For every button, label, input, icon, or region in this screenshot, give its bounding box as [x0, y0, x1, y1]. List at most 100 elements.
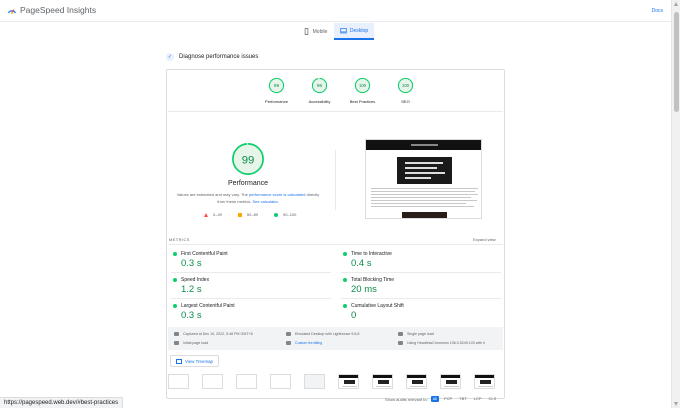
scroll-down-icon[interactable] — [674, 402, 678, 406]
filmstrip-frame — [338, 374, 359, 389]
throttling-info: Custom throttling — [286, 341, 322, 345]
tab-mobile[interactable]: Mobile — [296, 23, 334, 40]
scroll-up-icon[interactable] — [674, 2, 678, 6]
filter-chip-cls[interactable]: CLS — [487, 396, 499, 402]
info-text: Emulated Desktop with Lighthouse 9.6.8 — [295, 332, 360, 336]
metrics-heading: METRICS — [169, 237, 190, 242]
screenshot-text-line — [371, 206, 474, 207]
divider — [168, 244, 503, 245]
metric-speed-index: Speed Index 1.2 s — [173, 277, 328, 295]
page-screenshot[interactable] — [365, 139, 482, 219]
audit-filter: Show audits relevant to: All FCP TBT LCP… — [385, 396, 498, 402]
metric-name: Time to Interactive — [351, 251, 392, 257]
info-text: Initial page load — [183, 341, 209, 345]
metric-cls: Cumulative Layout Shift 0 — [343, 303, 498, 321]
single-load-info: Single page load — [398, 332, 434, 336]
filmstrip-frame — [168, 374, 189, 389]
screenshot-text-line — [371, 197, 471, 198]
filter-chip-lcp[interactable]: LCP — [472, 396, 484, 402]
gauge-accessibility[interactable]: 96 Accessibility — [298, 77, 341, 104]
gauge-ring: 100 — [397, 77, 414, 94]
divider — [341, 298, 501, 299]
performance-score: 99 — [242, 154, 255, 166]
diagnose-icon: ✓ — [166, 53, 174, 61]
score-legend: 0–49 50–89 90–100 — [204, 212, 296, 217]
filmstrip-frame — [474, 374, 495, 389]
filter-chip-tbt[interactable]: TBT — [457, 396, 469, 402]
wifi-icon — [286, 341, 291, 345]
captured-info: Captured at Dec 10, 2022, 5:48 PM GMT+8 — [174, 332, 253, 336]
emulated-info: Emulated Desktop with Lighthouse 9.6.8 — [286, 332, 359, 336]
docs-link[interactable]: Docs — [652, 8, 663, 14]
filter-chip-all[interactable]: All — [430, 396, 440, 402]
filmstrip-frame — [440, 374, 461, 389]
metric-fcp: First Contentful Paint 0.3 s — [173, 251, 328, 269]
legend-label: 50–89 — [246, 212, 259, 217]
metric-name: First Contentful Paint — [181, 251, 228, 257]
screenshot-text-line — [371, 203, 466, 204]
gauge-seo[interactable]: 100 SEO — [384, 77, 427, 104]
single-load-icon — [398, 332, 403, 336]
info-text: Captured at Dec 10, 2022, 5:48 PM GMT+8 — [183, 332, 253, 336]
divider — [341, 272, 501, 273]
browser-icon — [398, 341, 403, 345]
legend-fail: 0–49 — [204, 212, 222, 217]
treemap-label: View Treemap — [185, 358, 213, 364]
screenshot-image — [402, 212, 447, 218]
gauge-performance[interactable]: 99 Performance — [255, 77, 298, 104]
device-tabs: Mobile Desktop — [296, 23, 374, 40]
filmstrip-frame — [372, 374, 393, 389]
filmstrip-frame — [406, 374, 427, 389]
initial-load-info: Initial page load — [174, 341, 208, 345]
gauge-label: Best Practices — [349, 99, 376, 104]
metric-value: 0.3 s — [181, 258, 202, 269]
info-text: Single page load — [407, 332, 434, 336]
scrollbar[interactable] — [671, 0, 680, 408]
square-icon — [237, 212, 242, 217]
gauge-label: SEO — [401, 99, 410, 104]
gauge-ring: 100 — [354, 77, 371, 94]
filter-chip-fcp[interactable]: FCP — [442, 396, 454, 402]
gauge-score: 100 — [359, 83, 367, 88]
metric-value: 20 ms — [351, 284, 377, 295]
divider — [335, 150, 336, 210]
gauge-best-practices[interactable]: 100 Best Practices — [341, 77, 384, 104]
device-icon — [286, 332, 291, 336]
treemap-icon — [176, 358, 182, 364]
metric-tti: Time to Interactive 0.4 s — [343, 251, 498, 269]
see-calculator-link[interactable]: See calculator. — [252, 199, 278, 204]
metric-value: 0 — [351, 310, 357, 321]
filmstrip-frame — [236, 374, 257, 389]
metric-value: 1.2 s — [181, 284, 202, 295]
gauge-label: Performance — [265, 99, 288, 104]
tab-desktop[interactable]: Desktop — [334, 23, 374, 40]
app-title[interactable]: PageSpeed Insights — [20, 5, 96, 15]
gauge-ring: 99 — [268, 77, 285, 94]
browser-info: Using HeadlessChromium 106.0.5249.103 wi… — [398, 341, 485, 345]
metric-value: 0.4 s — [351, 258, 372, 269]
filmstrip — [168, 374, 495, 389]
custom-throttling-link[interactable]: Custom throttling — [295, 341, 322, 345]
view-treemap-button[interactable]: View Treemap — [170, 355, 219, 367]
expand-view-toggle[interactable]: Expand view — [473, 237, 496, 242]
gauge-score: 99 — [274, 83, 280, 89]
screenshot-text-line — [371, 194, 478, 195]
scroll-thumb[interactable] — [674, 12, 679, 112]
run-info-panel: Captured at Dec 10, 2022, 5:48 PM GMT+8 … — [168, 327, 503, 350]
screenshot-banner — [397, 157, 452, 184]
metric-tbt: Total Blocking Time 20 ms — [343, 277, 498, 295]
tab-desktop-label: Desktop — [349, 27, 369, 34]
timer-icon — [174, 341, 179, 345]
mobile-icon — [304, 28, 308, 35]
score-note: Values are estimated and may vary. The p… — [176, 191, 320, 205]
calendar-icon — [174, 332, 179, 336]
pass-icon — [343, 278, 347, 282]
divider — [171, 272, 331, 273]
legend-label: 0–49 — [213, 212, 222, 217]
desktop-icon — [339, 28, 347, 34]
filmstrip-frame — [202, 374, 223, 389]
pass-icon — [173, 304, 177, 308]
performance-score-link[interactable]: performance score is calculated — [249, 192, 305, 197]
pagespeed-logo-icon[interactable] — [7, 6, 17, 16]
divider — [168, 111, 503, 112]
